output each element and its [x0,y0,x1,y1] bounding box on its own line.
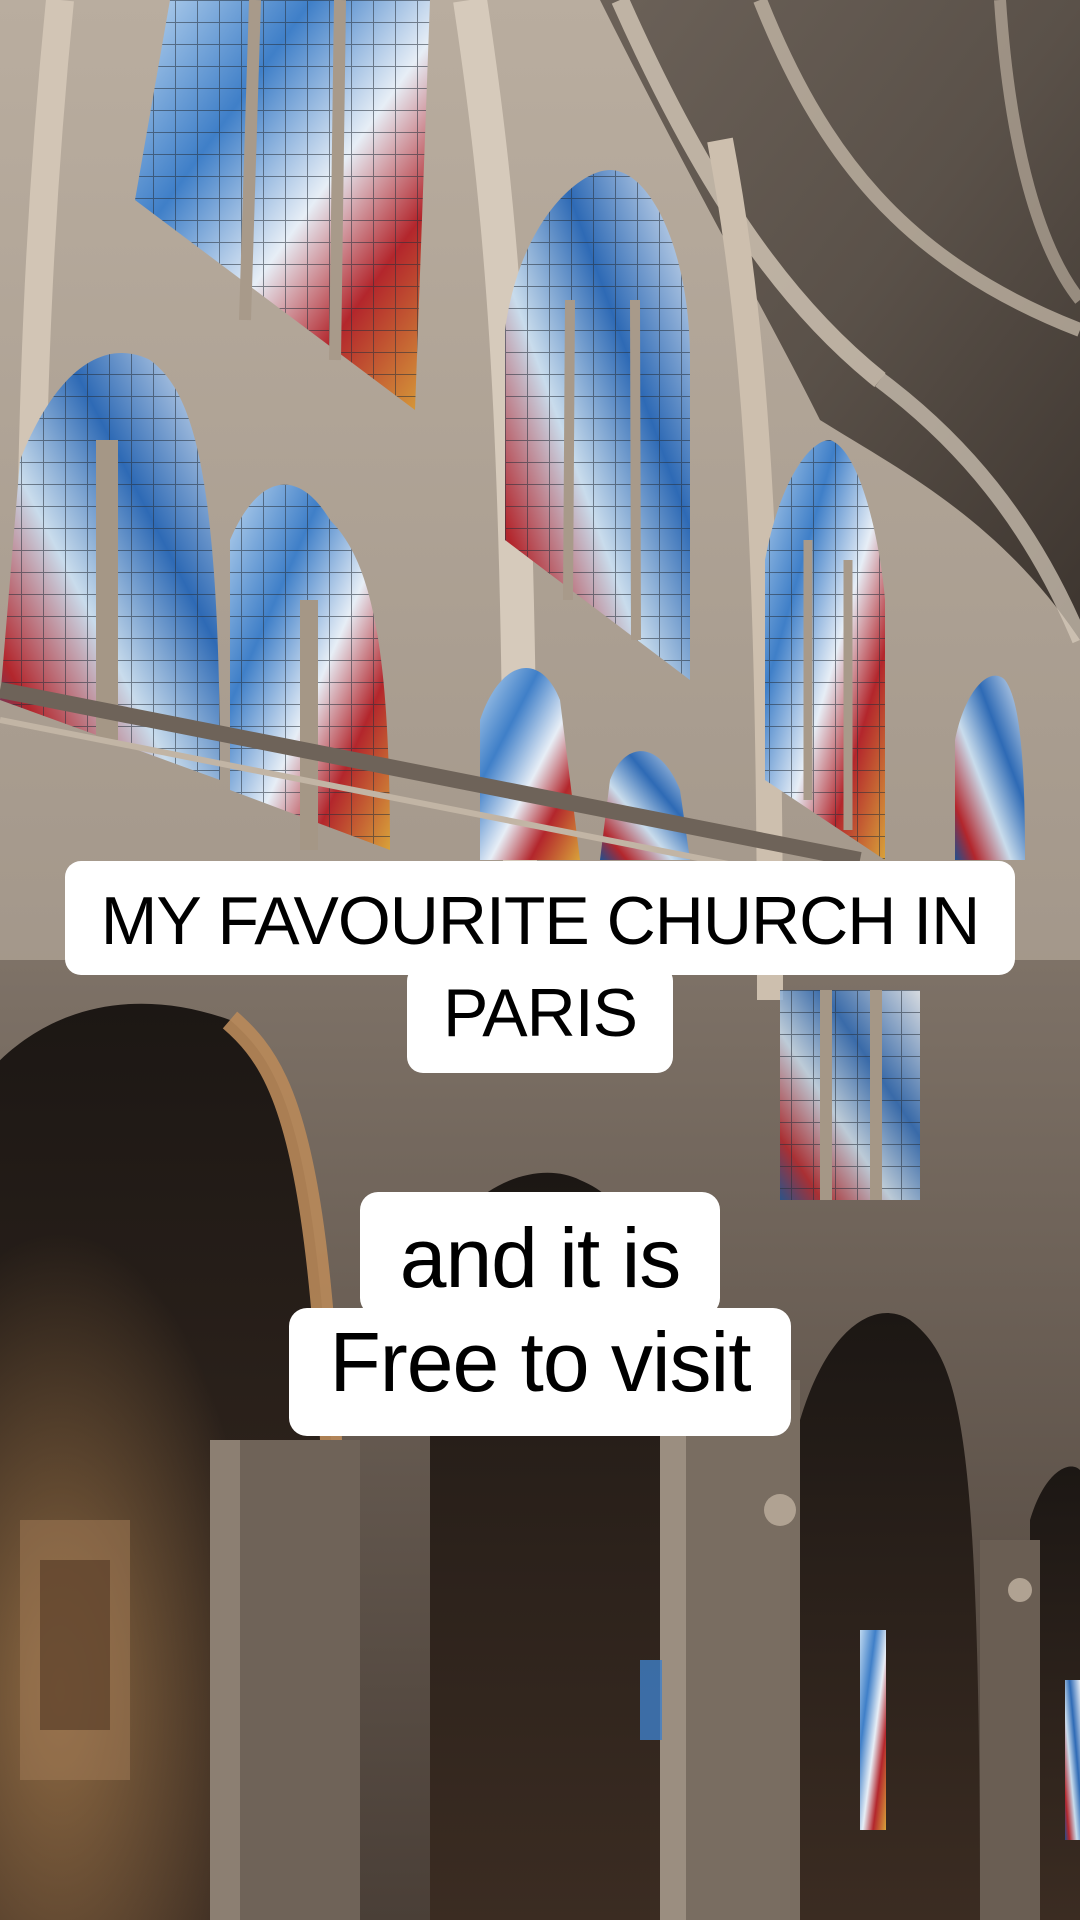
subtitle-caption-line-2: Free to visit [289,1308,791,1436]
title-caption: MY FAVOURITE CHURCH IN PARIS [0,861,1080,1073]
video-frame: MY FAVOURITE CHURCH IN PARIS and it is F… [0,0,1080,1920]
title-caption-line-2: PARIS [406,965,674,1073]
title-caption-line-1: MY FAVOURITE CHURCH IN [64,861,1016,975]
subtitle-caption: and it is Free to visit [0,1192,1080,1436]
subtitle-caption-line-1: and it is [359,1192,721,1316]
